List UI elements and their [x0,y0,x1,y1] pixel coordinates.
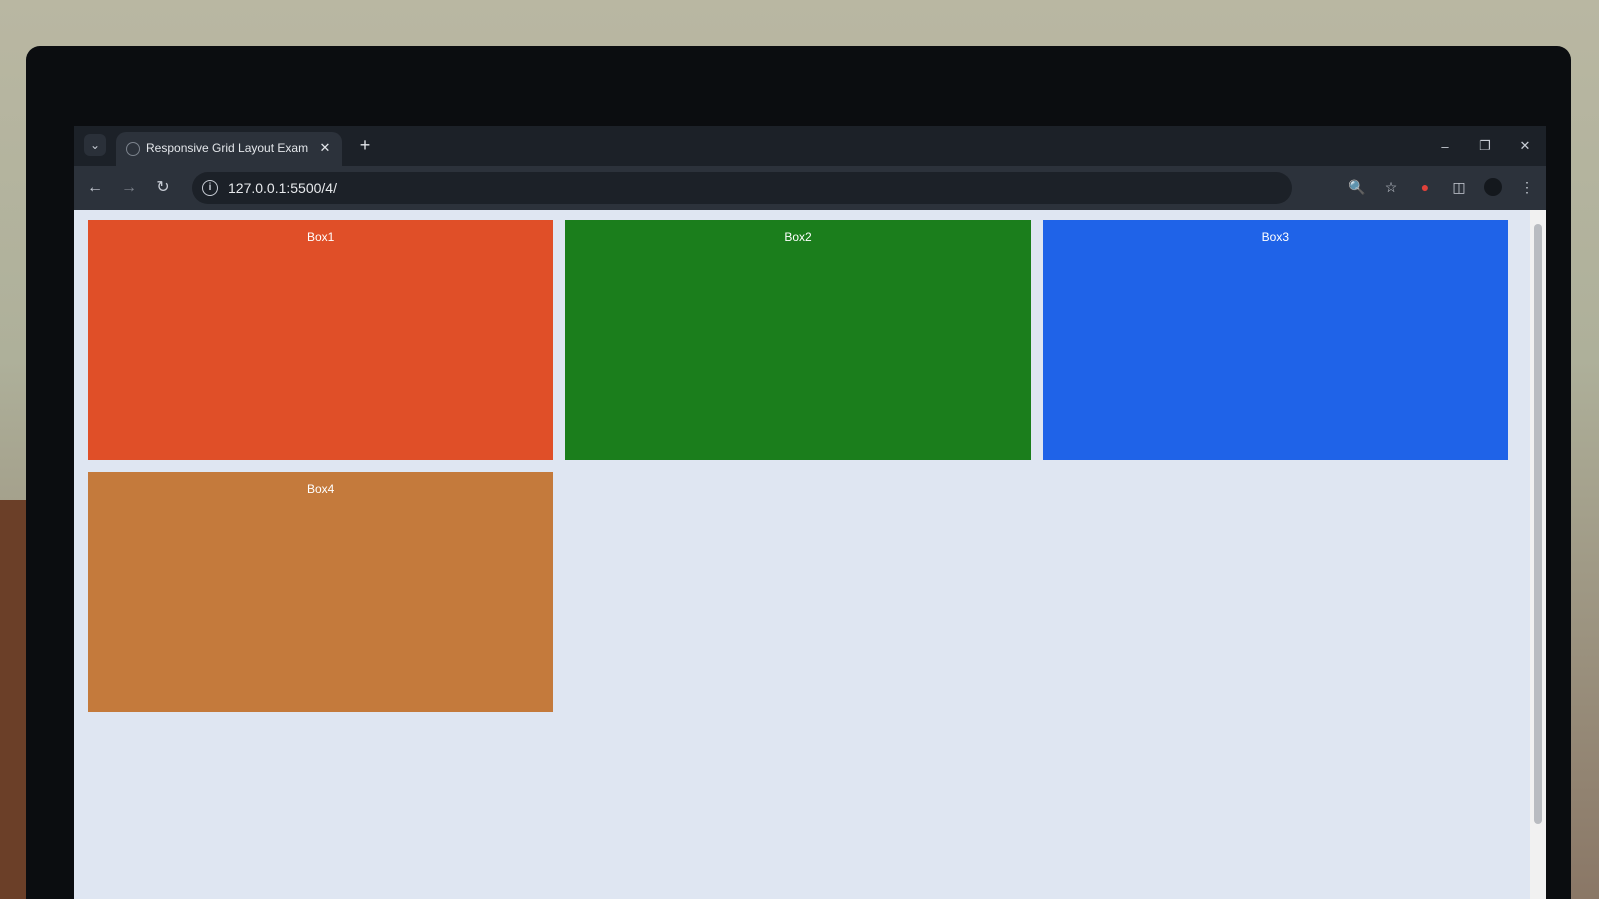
box-label: Box1 [306,230,335,244]
monitor-bezel: ⌄ Responsive Grid Layout Exampl ✕ + ← → … [26,46,1571,899]
box-label: Box3 [1261,230,1289,244]
extension-icon[interactable]: ● [1416,178,1434,196]
info-icon[interactable]: i [202,180,218,196]
kebab-menu-icon[interactable]: ⋮ [1518,178,1536,196]
close-icon[interactable]: ✕ [316,139,334,157]
star-icon[interactable]: ☆ [1382,178,1400,196]
page-viewport: Box1 Box2 Box3 Box4 [74,210,1530,899]
new-tab-button[interactable]: + [354,134,376,156]
window-controls: – ❐ ✕ [1436,126,1534,166]
url-text[interactable]: 127.0.0.1:5500/4/ [228,180,337,196]
box-4: Box4 [88,472,554,712]
box-label: Box2 [784,230,812,244]
globe-icon [126,142,140,156]
browser-window: ⌄ Responsive Grid Layout Exampl ✕ + ← → … [74,126,1546,899]
address-bar[interactable]: i 127.0.0.1:5500/4/ [192,172,1292,204]
zoom-icon[interactable]: 🔍 [1348,178,1366,196]
puzzle-icon[interactable]: ◫ [1450,178,1468,196]
avatar[interactable] [1484,178,1502,196]
box-label: Box4 [306,482,335,496]
tab-strip: ⌄ Responsive Grid Layout Exampl ✕ + [74,126,1546,166]
close-window-icon[interactable]: ✕ [1516,138,1534,154]
browser-toolbar: ← → ↻ i 127.0.0.1:5500/4/ 🔍 ☆ ● ◫ ⋮ [74,166,1546,210]
vertical-scrollbar[interactable] [1530,210,1546,899]
restore-icon[interactable]: ❐ [1476,138,1494,154]
reload-icon[interactable]: ↻ [152,177,174,199]
box-3: Box3 [1042,220,1508,460]
back-arrow-icon[interactable]: ← [84,177,106,199]
browser-tab[interactable]: Responsive Grid Layout Exampl ✕ [116,132,342,166]
box-1: Box1 [88,220,554,460]
toolbar-actions: 🔍 ☆ ● ◫ ⋮ [1348,178,1536,196]
box-2: Box2 [565,220,1031,460]
chevron-down-icon[interactable]: ⌄ [84,134,106,156]
scrollbar-thumb[interactable] [1534,224,1542,824]
box-grid: Box1 Box2 Box3 Box4 [88,220,1508,712]
minimize-icon[interactable]: – [1436,139,1454,154]
forward-arrow-icon[interactable]: → [118,177,140,199]
tab-title: Responsive Grid Layout Exampl [146,141,308,155]
